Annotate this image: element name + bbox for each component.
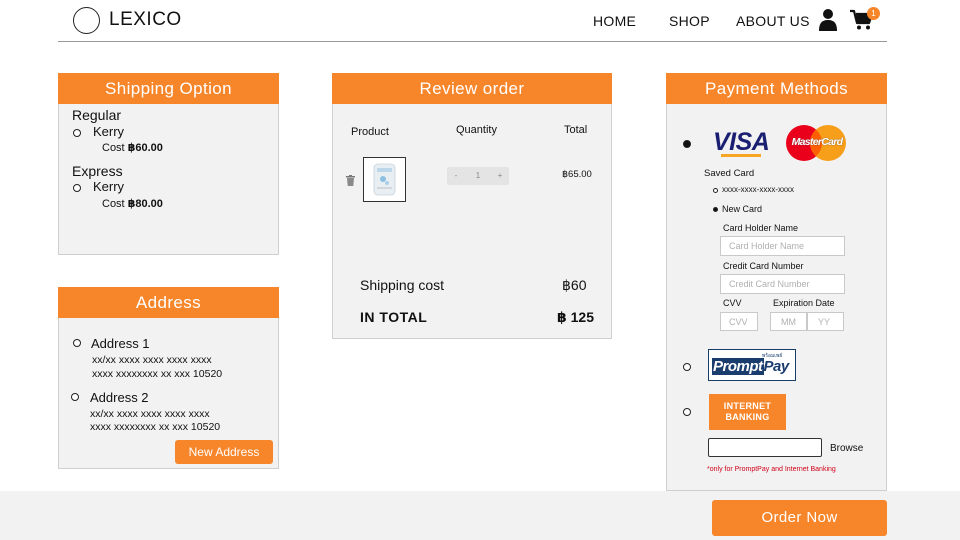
cvv-label: CVV bbox=[723, 298, 742, 308]
shipping-cost-value: ฿60 bbox=[562, 277, 587, 293]
address-1-line1: xx/xx xxxx xxxx xxxx xxxx bbox=[92, 354, 212, 366]
address-1-radio[interactable] bbox=[73, 339, 81, 347]
shipping-regular-label: Regular bbox=[72, 107, 122, 123]
review-order-panel: Review order Product Quantity Total - 1 … bbox=[332, 73, 612, 339]
internet-banking-radio[interactable] bbox=[683, 408, 691, 416]
address-2-line1: xx/xx xxxx xxxx xxxx xxxx bbox=[90, 408, 210, 420]
new-address-button[interactable]: New Address bbox=[175, 440, 273, 464]
item-total: ฿65.00 bbox=[562, 169, 592, 180]
address-2-name: Address 2 bbox=[90, 390, 149, 405]
expiration-label: Expiration Date bbox=[773, 298, 835, 308]
card-payment-radio[interactable] bbox=[683, 140, 691, 148]
header-divider bbox=[58, 41, 887, 42]
saved-card-label: Saved Card bbox=[704, 168, 755, 179]
shipping-option-panel: Shipping Option Regular Kerry Cost ฿60.0… bbox=[58, 73, 279, 255]
total-value: ฿ 125 bbox=[557, 309, 594, 325]
user-icon[interactable] bbox=[818, 8, 838, 31]
logo-text[interactable]: LEXICO bbox=[109, 9, 182, 31]
promptpay-radio[interactable] bbox=[683, 363, 691, 371]
shipping-express-cost: Cost ฿80.00 bbox=[102, 198, 163, 210]
review-order-title: Review order bbox=[332, 73, 612, 104]
quantity-increase-button[interactable]: + bbox=[491, 167, 509, 185]
payment-methods-panel: Payment Methods VISA MasterCard Saved Ca… bbox=[666, 73, 887, 491]
visa-logo: VISA bbox=[713, 128, 770, 156]
new-card-label: New Card bbox=[722, 204, 763, 214]
internet-banking-logo: INTERNET BANKING bbox=[709, 394, 786, 430]
address-2-radio[interactable] bbox=[71, 393, 79, 401]
shipping-option-title: Shipping Option bbox=[58, 73, 279, 104]
shipping-cost-label: Shipping cost bbox=[360, 277, 445, 293]
file-upload-input[interactable] bbox=[708, 438, 822, 457]
browse-button[interactable]: Browse bbox=[830, 443, 863, 454]
address-panel: Address Address 1 xx/xx xxxx xxxx xxxx x… bbox=[58, 287, 279, 469]
product-thumbnail[interactable] bbox=[363, 157, 406, 202]
order-now-button[interactable]: Order Now bbox=[712, 500, 887, 536]
shipping-regular-cost: Cost ฿60.00 bbox=[102, 142, 163, 154]
expiry-month-input[interactable] bbox=[770, 312, 807, 331]
nav-about-us[interactable]: ABOUT US bbox=[736, 13, 810, 29]
quantity-decrease-button[interactable]: - bbox=[447, 167, 465, 185]
quantity-value[interactable]: 1 bbox=[469, 167, 487, 185]
address-1-line2: xxxx xxxxxxxx xx xxx 10520 bbox=[92, 368, 223, 380]
total-label: IN TOTAL bbox=[360, 309, 428, 325]
nav-home[interactable]: HOME bbox=[593, 13, 636, 29]
column-product: Product bbox=[351, 126, 389, 138]
cvv-input[interactable] bbox=[720, 312, 758, 331]
quantity-stepper: - 1 + bbox=[447, 167, 509, 185]
card-holder-input[interactable] bbox=[720, 236, 845, 256]
trash-icon[interactable] bbox=[346, 175, 355, 186]
saved-card-radio[interactable] bbox=[713, 188, 718, 193]
payment-methods-title: Payment Methods bbox=[666, 73, 887, 104]
shipping-regular-carrier: Kerry bbox=[93, 124, 125, 139]
address-1-name: Address 1 bbox=[91, 336, 150, 351]
card-number-label: Credit Card Number bbox=[723, 261, 804, 271]
expiry-year-input[interactable] bbox=[807, 312, 844, 331]
promptpay-logo: พร้อมเพย์ PromptPay bbox=[708, 349, 796, 381]
mastercard-logo-text: MasterCard bbox=[791, 136, 843, 148]
product-image-icon bbox=[373, 163, 396, 196]
address-2-line2: xxxx xxxxxxxx xx xxx 10520 bbox=[90, 421, 221, 433]
address-title: Address bbox=[58, 287, 279, 318]
internet-banking-text-1: INTERNET bbox=[723, 401, 772, 411]
card-holder-label: Card Holder Name bbox=[723, 223, 799, 233]
internet-banking-text-2: BANKING bbox=[725, 412, 770, 422]
cart-count-badge: 1 bbox=[867, 7, 880, 20]
shipping-express-label: Express bbox=[72, 163, 123, 179]
promptpay-wordmark: PromptPay bbox=[712, 358, 789, 375]
nav-shop[interactable]: SHOP bbox=[669, 13, 710, 29]
column-total: Total bbox=[564, 124, 588, 136]
shipping-express-radio[interactable] bbox=[73, 184, 81, 192]
visa-logo-stripe bbox=[721, 154, 761, 157]
new-card-radio[interactable] bbox=[713, 207, 718, 212]
card-number-input[interactable] bbox=[720, 274, 845, 294]
shipping-express-carrier: Kerry bbox=[93, 179, 125, 194]
column-quantity: Quantity bbox=[456, 124, 497, 136]
saved-card-number: xxxx-xxxx-xxxx-xxxx bbox=[722, 185, 794, 194]
payment-note: *only for PromptPay and Internet Banking bbox=[707, 466, 836, 473]
logo-circle-icon[interactable] bbox=[73, 7, 100, 34]
shipping-regular-radio[interactable] bbox=[73, 129, 81, 137]
